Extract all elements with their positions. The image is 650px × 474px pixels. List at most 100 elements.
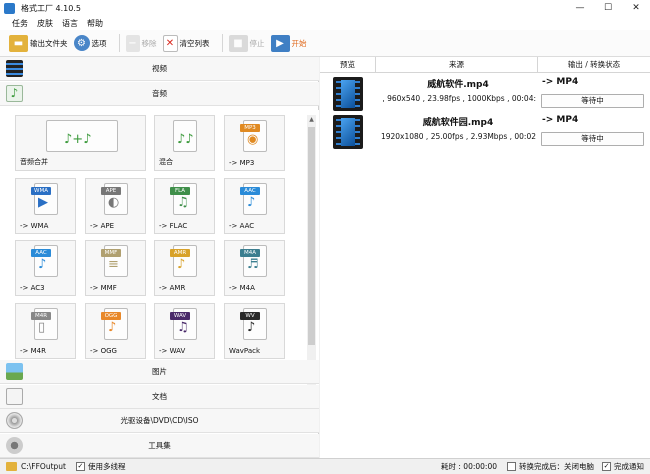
task-table-header: 预览 来源 输出 / 转换状态 xyxy=(320,56,650,73)
shutdown-after-checkbox[interactable] xyxy=(507,462,516,471)
maximize-button[interactable]: ☐ xyxy=(594,0,622,16)
close-button[interactable]: ✕ xyxy=(622,0,650,16)
scroll-thumb[interactable] xyxy=(308,127,315,345)
category-document[interactable]: 文档 xyxy=(0,385,319,409)
format-badge: OGG xyxy=(101,312,121,320)
category-audio[interactable]: ♪ 音频 xyxy=(0,82,319,106)
format-glyph: ♫ xyxy=(177,320,189,335)
format-glyph: ♪ xyxy=(247,195,256,210)
format-tile-label: -> OGG xyxy=(90,347,117,355)
format-tile-label: -> AC3 xyxy=(20,284,45,292)
column-header-source[interactable]: 来源 xyxy=(376,56,538,73)
format-tile-wma[interactable]: WMA ▶ -> WMA xyxy=(15,178,76,234)
format-glyph: ♫ xyxy=(177,195,189,210)
format-glyph: ♪ xyxy=(108,320,117,335)
remove-button[interactable]: − 移除 xyxy=(125,34,157,52)
scroll-up-arrow-icon[interactable]: ▲ xyxy=(307,115,316,124)
task-row[interactable]: 威航软件园.mp4 ı , 1920x1080 , 25.00fps , 2.9… xyxy=(320,112,650,149)
picture-icon xyxy=(6,363,23,380)
clear-x-icon: ✕ xyxy=(162,34,178,52)
format-tile-wv[interactable]: WV ♪ WavPack xyxy=(224,303,285,359)
menu-item-language[interactable]: 语言 xyxy=(62,18,78,29)
toolbar: ▬ 输出文件夹 ⚙ 选项 − 移除 ✕ 清空列表 ■ 停止 ▶ 开始 xyxy=(0,30,650,57)
status-badge: 等待中 xyxy=(541,94,644,108)
format-tile-mmf[interactable]: MMF ≡ -> MMF xyxy=(85,240,146,296)
format-tile-label: -> APE xyxy=(90,222,115,230)
elapsed-time: 耗时 : 00:00:00 xyxy=(441,462,497,471)
format-tile-wav[interactable]: WAV ♫ -> WAV xyxy=(154,303,215,359)
notify-checkbox[interactable]: ✓ xyxy=(602,462,611,471)
format-glyph: ♪+♪ xyxy=(64,132,92,147)
output-folder-button[interactable]: ▬ 输出文件夹 xyxy=(9,34,68,52)
minimize-button[interactable]: — xyxy=(566,0,594,16)
video-thumbnail-icon xyxy=(333,77,363,111)
output-path[interactable]: C:\FFOutput xyxy=(21,462,66,471)
format-tile-audio-0[interactable]: ♪+♪ 音频合并 xyxy=(15,115,146,171)
menu-bar: 任务 皮肤 语言 帮助 xyxy=(0,16,650,30)
disc-drive-icon xyxy=(6,412,23,429)
format-tile-label: -> AMR xyxy=(159,284,186,292)
options-button[interactable]: ⚙ 选项 xyxy=(73,35,107,51)
document-icon xyxy=(6,388,23,405)
format-tile-m4a[interactable]: M4A ♬ -> M4A xyxy=(224,240,285,296)
format-badge: AAC xyxy=(240,187,260,195)
menu-item-skin[interactable]: 皮肤 xyxy=(37,18,53,29)
toolbox-icon xyxy=(6,437,23,454)
format-badge: FLA xyxy=(170,187,190,195)
format-tile-label: WavPack xyxy=(229,347,261,355)
folder-icon: ▬ xyxy=(9,34,28,52)
format-badge: APE xyxy=(101,187,121,195)
multithread-label: 使用多线程 xyxy=(87,462,126,471)
format-tile-label: -> FLAC xyxy=(159,222,188,230)
source-filename: 威航软件园.mp4 xyxy=(422,118,494,128)
film-icon xyxy=(6,60,23,77)
notify-label: 完成通知 xyxy=(614,462,644,471)
format-tile-label: 音频合并 xyxy=(20,158,48,166)
format-glyph: ◉ xyxy=(247,132,259,147)
format-tile-aac[interactable]: AAC ♪ -> AAC xyxy=(224,178,285,234)
category-disc[interactable]: 光驱设备\DVD\CD\ISO xyxy=(0,409,319,433)
target-format: -> MP4 xyxy=(542,77,579,87)
source-info: ı , 1920x1080 , 25.00fps , 2.93Mbps , 00… xyxy=(380,132,536,141)
document-remove-icon: − xyxy=(125,34,140,52)
format-badge: M4R xyxy=(31,312,51,320)
clear-list-button[interactable]: ✕ 清空列表 xyxy=(162,34,210,52)
app-logo-icon xyxy=(4,2,15,14)
format-tile-ape[interactable]: APE ◐ -> APE xyxy=(85,178,146,234)
format-tile-amr[interactable]: AMR ♪ -> AMR xyxy=(154,240,215,296)
menu-item-task[interactable]: 任务 xyxy=(12,18,28,29)
format-badge: AMR xyxy=(170,249,190,257)
format-tile-aac[interactable]: AAC ♪ -> AC3 xyxy=(15,240,76,296)
format-tile-m4r[interactable]: M4R ▯ -> M4R xyxy=(15,303,76,359)
menu-item-help[interactable]: 帮助 xyxy=(87,18,103,29)
output-folder-status-icon[interactable] xyxy=(6,462,17,471)
video-thumbnail-icon xyxy=(333,115,363,149)
window-title: 格式工厂 4.10.5 xyxy=(21,3,81,13)
format-glyph: ◐ xyxy=(108,195,120,210)
format-tile-label: -> WAV xyxy=(159,347,186,355)
category-image[interactable]: 图片 xyxy=(0,360,319,384)
task-row[interactable]: 威航软件.mp4 iM , 960x540 , 23.98fps , 1000K… xyxy=(320,74,650,111)
format-glyph: ▶ xyxy=(38,195,48,210)
toolbar-separator xyxy=(118,34,120,52)
format-glyph: ♪ xyxy=(177,257,186,272)
format-glyph: ▯ xyxy=(38,320,46,335)
format-tile-ogg[interactable]: OGG ♪ -> OGG xyxy=(85,303,146,359)
category-tools[interactable]: 工具集 xyxy=(0,434,319,458)
format-tile-fla[interactable]: FLA ♫ -> FLAC xyxy=(154,178,215,234)
multithread-checkbox[interactable]: ✓ xyxy=(75,462,85,471)
format-badge: MP3 xyxy=(240,124,260,132)
column-header-output[interactable]: 输出 / 转换状态 xyxy=(538,57,650,73)
category-video[interactable]: 视频 xyxy=(0,57,319,81)
format-tile-label: -> MMF xyxy=(90,284,117,292)
task-list-pane: 预览 来源 输出 / 转换状态 威航软件.mp4 iM , 960x540 , … xyxy=(320,56,650,458)
format-tile-mp3[interactable]: MP3 ◉ -> MP3 xyxy=(224,115,285,171)
column-header-preview[interactable]: 预览 xyxy=(320,56,376,73)
format-tile-audio-1[interactable]: ♪♪ 混合 xyxy=(154,115,215,171)
format-glyph: ♬ xyxy=(247,257,259,272)
shutdown-after-label: 转换完成后：关闭电脑 xyxy=(519,462,594,471)
start-convert-icon: ▶ xyxy=(270,34,290,52)
format-tile-label: -> M4R xyxy=(20,347,46,355)
stop-button[interactable]: ■ 停止 xyxy=(228,34,265,52)
start-button[interactable]: ▶ 开始 xyxy=(270,34,307,52)
